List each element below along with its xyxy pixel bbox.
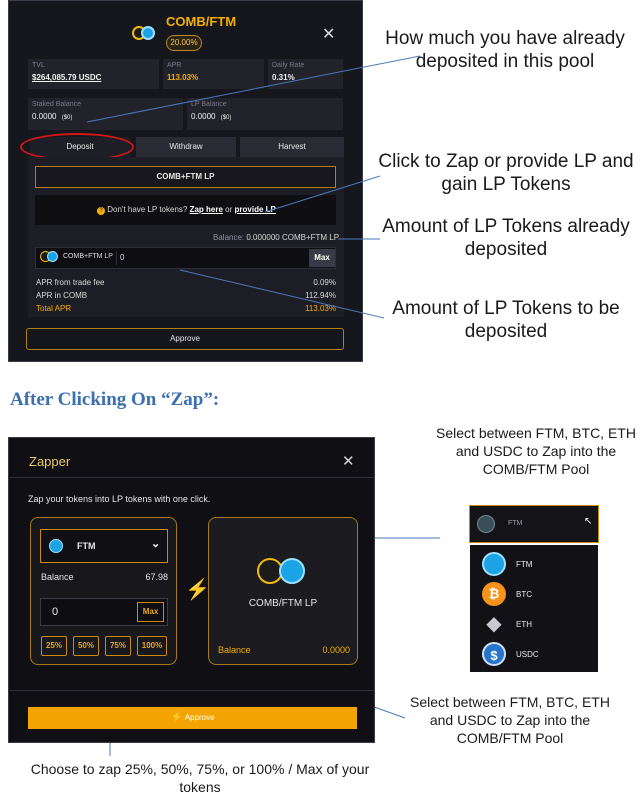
- annotation-choose: Choose to zap 25%, 50%, 75%, or 100% / M…: [30, 761, 370, 795]
- bolt-icon: ⚡: [170, 712, 183, 723]
- divider: [8, 477, 375, 478]
- token-select[interactable]: FTM ⌄: [40, 529, 168, 563]
- percent-50-button[interactable]: 50%: [73, 636, 99, 656]
- zap-approve-label: Approve: [184, 713, 215, 722]
- option-eth[interactable]: ◆ ETH: [482, 612, 602, 638]
- ftm-icon: [279, 558, 305, 584]
- percent-75-button[interactable]: 75%: [105, 636, 131, 656]
- pointer-zap: [264, 175, 381, 213]
- option-eth-label: ETH: [516, 620, 532, 629]
- selector-preview-label: FTM: [508, 520, 523, 527]
- source-balance-label: Balance: [41, 572, 74, 582]
- option-btc[interactable]: ₿ BTC: [482, 582, 602, 608]
- percent-25-button[interactable]: 25%: [41, 636, 67, 656]
- target-balance-label: Balance: [218, 645, 251, 655]
- option-ftm[interactable]: FTM: [482, 552, 602, 578]
- usdc-icon: $: [482, 642, 506, 666]
- option-usdc-label: USDC: [516, 650, 539, 659]
- divider: [8, 690, 375, 691]
- ftm-icon: [482, 552, 506, 576]
- option-ftm-label: FTM: [516, 560, 533, 569]
- target-lp-card: [208, 517, 358, 665]
- bolt-icon: ⚡: [185, 579, 210, 601]
- option-usdc[interactable]: $ USDC: [482, 642, 602, 668]
- zapper-subtitle: Zap your tokens into LP tokens with one …: [28, 494, 211, 504]
- target-lp-logo: [257, 558, 309, 584]
- option-btc-label: BTC: [516, 590, 532, 599]
- close-icon[interactable]: ✕: [342, 452, 355, 470]
- ftm-icon: [49, 539, 63, 553]
- percent-100-button[interactable]: 100%: [137, 636, 167, 656]
- target-lp-label: COMB/FTM LP: [248, 598, 318, 609]
- zapper-title: Zapper: [29, 454, 71, 469]
- zap-approve-button[interactable]: ⚡ Approve: [28, 707, 357, 729]
- zap-max-button[interactable]: Max: [137, 602, 164, 622]
- selector-preview[interactable]: FTM ↖: [469, 505, 599, 543]
- target-balance-value: 0.0000: [322, 645, 350, 655]
- bitcoin-icon: ₿: [482, 582, 506, 606]
- annotation-select-bottom: Select between FTM, BTC, ETH and USDC to…: [410, 694, 610, 746]
- ethereum-icon: ◆: [486, 613, 502, 635]
- chevron-down-icon: ⌄: [151, 538, 161, 550]
- pointer-lp-tobe: [179, 269, 385, 319]
- source-balance-value: 67.98: [145, 572, 168, 582]
- cursor-icon: ↖: [584, 516, 593, 527]
- after-zap-heading: After Clicking On “Zap”:: [10, 389, 220, 410]
- token-select-label: FTM: [77, 541, 96, 551]
- zap-amount-input[interactable]: 0: [52, 606, 58, 618]
- ftm-icon: [477, 515, 495, 533]
- pointer-deposited: [86, 55, 421, 123]
- annotation-select-top: Select between FTM, BTC, ETH and USDC to…: [436, 425, 636, 477]
